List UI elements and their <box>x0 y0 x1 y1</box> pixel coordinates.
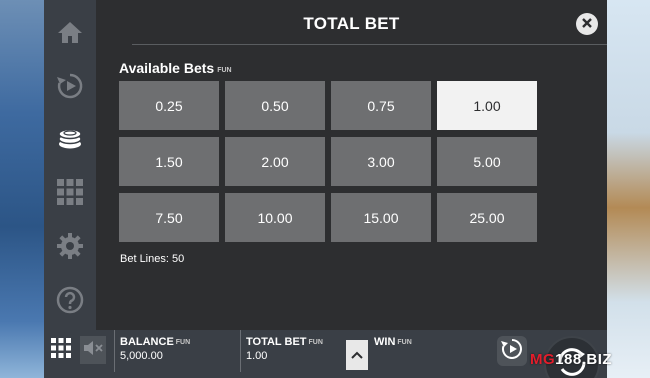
home-button[interactable] <box>44 12 96 52</box>
bet-option[interactable]: 7.50 <box>119 193 219 242</box>
balance-label-text: BALANCE <box>120 336 174 348</box>
bottom-bar: BALANCE FUN 5,000.00 TOTAL BET FUN 1.00 WI… <box>44 330 607 378</box>
bet-panel-toggle-button[interactable] <box>346 340 368 370</box>
total-bet-display: TOTAL BET FUN 1.00 <box>242 330 323 372</box>
coin-stack-icon <box>56 124 84 152</box>
bet-option[interactable]: 0.25 <box>119 81 219 130</box>
game-backdrop-right <box>604 0 650 378</box>
total-bet-label-text: TOTAL BET <box>246 336 307 348</box>
close-icon <box>582 15 592 33</box>
total-bet-value: 1.00 <box>246 350 268 362</box>
total-bet-nav-button[interactable] <box>44 118 96 158</box>
bet-option[interactable]: 5.00 <box>437 137 537 186</box>
settings-button[interactable] <box>44 226 96 266</box>
menu-grid-button[interactable] <box>48 336 74 364</box>
autoplay-icon <box>501 338 523 365</box>
home-icon <box>57 20 83 44</box>
gear-icon <box>57 233 83 259</box>
autoplay-button[interactable] <box>497 336 527 366</box>
balance-label: BALANCE FUN <box>120 336 190 348</box>
paytable-button[interactable] <box>44 172 96 212</box>
balance-value: 5,000.00 <box>120 350 163 362</box>
bet-option[interactable]: 10.00 <box>225 193 325 242</box>
bet-option[interactable]: 1.50 <box>119 137 219 186</box>
fun-tag: FUN <box>308 339 323 346</box>
side-nav <box>44 0 96 330</box>
available-bets-label: Available Bets FUN <box>119 60 232 76</box>
bet-options-grid: 0.25 0.50 0.75 1.00 1.50 2.00 3.00 5.00 … <box>119 81 537 242</box>
menu-grid-icon <box>51 337 71 363</box>
help-button[interactable] <box>44 280 96 320</box>
fun-tag: FUN <box>397 339 412 346</box>
bet-option[interactable]: 0.50 <box>225 81 325 130</box>
bet-option[interactable]: 0.75 <box>331 81 431 130</box>
bet-option[interactable]: 2.00 <box>225 137 325 186</box>
available-bets-text: Available Bets <box>119 60 215 76</box>
bet-option[interactable]: 15.00 <box>331 193 431 242</box>
chevron-up-icon <box>351 346 363 364</box>
bet-lines-text: Bet Lines: 50 <box>120 253 185 265</box>
paytable-grid-icon <box>57 179 83 205</box>
total-bet-label: TOTAL BET FUN <box>246 336 323 348</box>
fun-tag: FUN <box>175 339 191 346</box>
site-watermark: MG188.BIZ <box>530 351 612 368</box>
bar-divider <box>114 330 115 372</box>
sound-toggle-button[interactable] <box>80 336 106 364</box>
watermark-prefix: MG <box>530 351 556 368</box>
bet-option[interactable]: 25.00 <box>437 193 537 242</box>
win-label: WIN FUN <box>374 336 412 348</box>
autoplay-icon <box>56 72 84 100</box>
total-bet-panel: TOTAL BET Available Bets FUN 0.25 0.50 0.… <box>96 0 607 330</box>
panel-title: TOTAL BET <box>303 14 400 33</box>
bar-divider <box>240 330 241 372</box>
bet-option[interactable]: 1.00 <box>437 81 537 130</box>
game-backdrop-left <box>0 0 44 378</box>
win-label-text: WIN <box>374 336 396 348</box>
speaker-muted-icon <box>83 340 103 361</box>
autoplay-nav-button[interactable] <box>44 66 96 106</box>
bet-option[interactable]: 3.00 <box>331 137 431 186</box>
win-display: WIN FUN <box>370 330 412 372</box>
close-button[interactable] <box>576 13 598 35</box>
help-icon <box>56 286 84 314</box>
title-divider <box>132 44 607 45</box>
fun-tag: FUN <box>217 67 232 74</box>
watermark-suffix: 188.BIZ <box>555 351 613 368</box>
balance-display: BALANCE FUN 5,000.00 <box>116 330 190 372</box>
